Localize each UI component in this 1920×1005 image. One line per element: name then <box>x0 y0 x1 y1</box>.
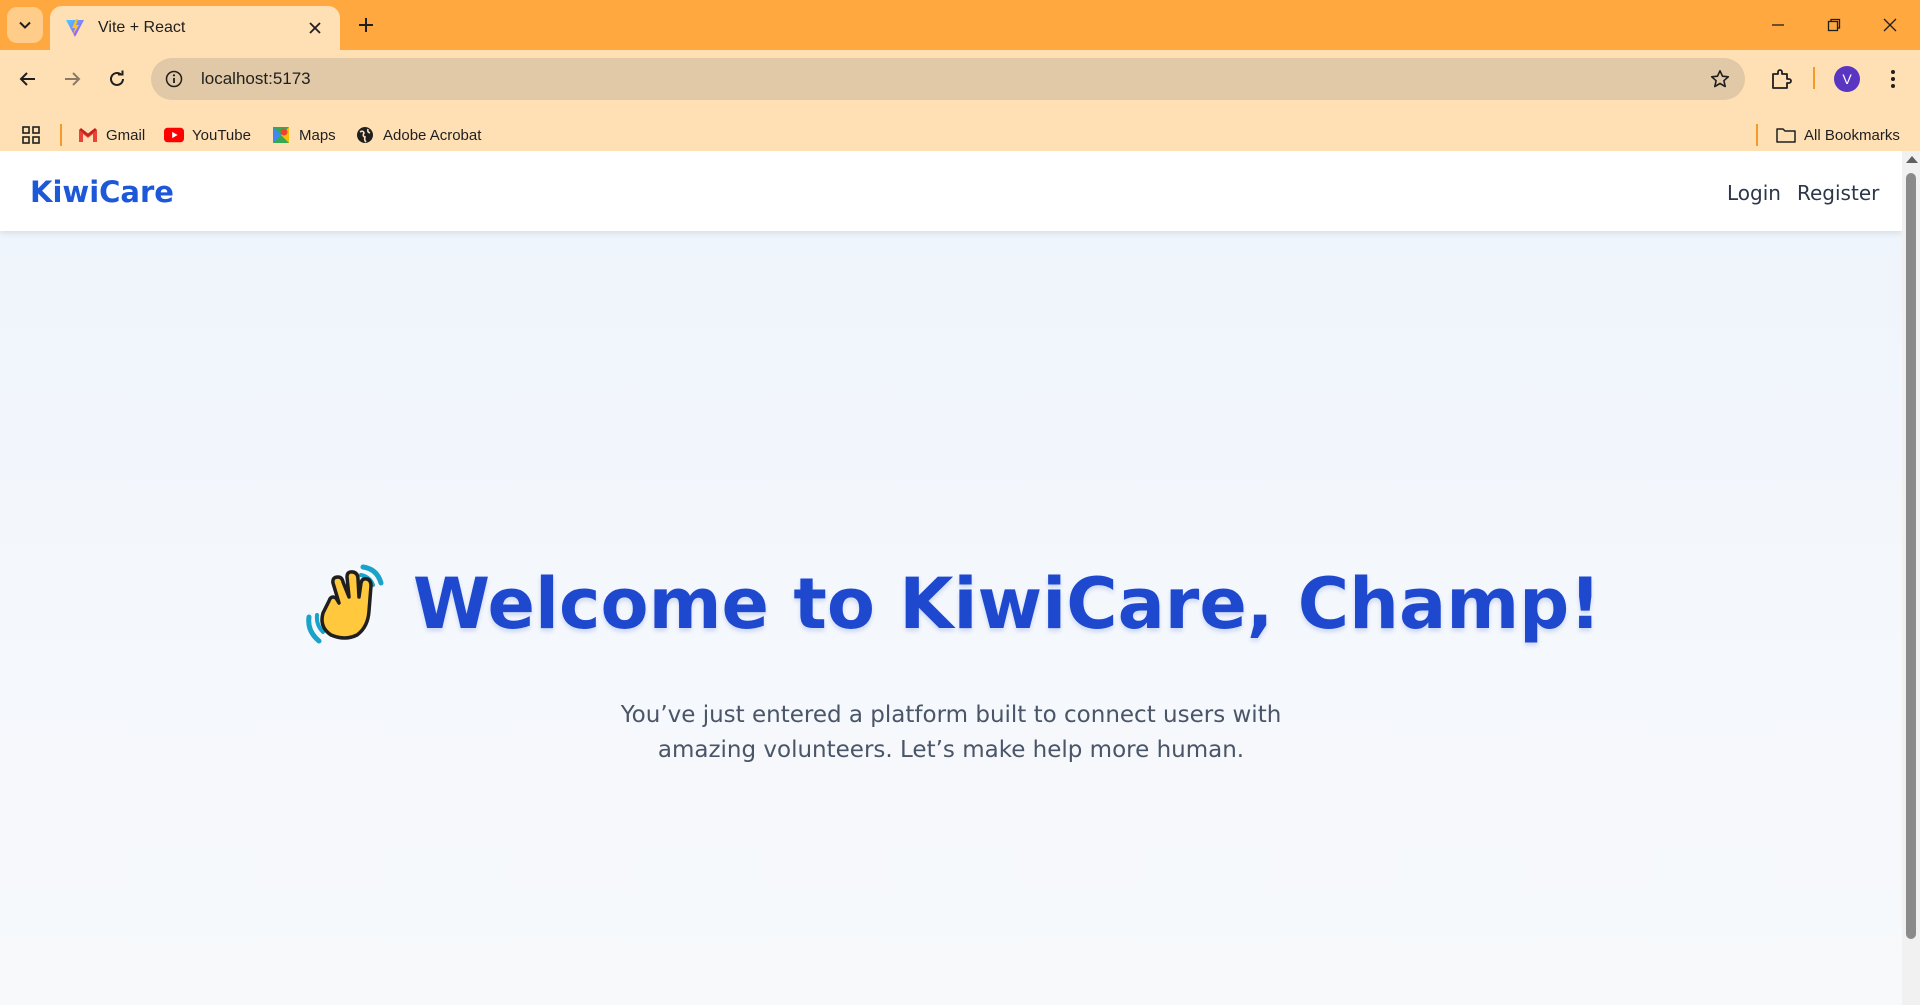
minimize-button[interactable] <box>1750 0 1806 50</box>
hero-title: Welcome to KiwiCare, Champ! <box>412 563 1602 645</box>
browser-menu-button[interactable] <box>1875 61 1911 97</box>
brand-logo[interactable]: KiwiCare <box>30 175 174 209</box>
toolbar-divider <box>1813 67 1815 89</box>
new-tab-button[interactable] <box>350 9 382 41</box>
close-window-button[interactable] <box>1862 0 1918 50</box>
app-navbar: KiwiCare Login Register <box>0 151 1902 231</box>
extensions-button[interactable] <box>1763 61 1799 97</box>
address-bar[interactable]: localhost:5173 <box>151 58 1745 100</box>
browser-tab[interactable]: Vite + React <box>50 6 340 50</box>
browser-toolbar: localhost:5173 V Gmail YouTube Maps Adob… <box>0 50 1920 158</box>
register-link[interactable]: Register <box>1797 181 1879 205</box>
bookmark-label: Maps <box>299 126 336 144</box>
reload-icon <box>110 70 124 86</box>
site-info-icon[interactable] <box>163 68 185 90</box>
scrollbar-thumb[interactable] <box>1906 173 1916 939</box>
restore-icon <box>1827 18 1841 32</box>
globe-icon <box>355 125 375 145</box>
hero-subtitle-line: You’ve just entered a platform built to … <box>620 702 1282 728</box>
tab-title: Vite + React <box>98 19 186 36</box>
arrow-left-icon <box>19 72 35 86</box>
close-icon <box>1883 18 1897 32</box>
puzzle-icon <box>1772 69 1792 89</box>
reload-button[interactable] <box>99 61 135 97</box>
folder-icon <box>1776 125 1796 145</box>
login-link[interactable]: Login <box>1727 181 1781 205</box>
page-scrollbar[interactable] <box>1902 151 1920 1005</box>
chevron-down-icon <box>19 21 31 29</box>
waving-hand-icon <box>301 561 387 647</box>
bookmark-label: Adobe Acrobat <box>383 126 482 144</box>
restore-button[interactable] <box>1806 0 1862 50</box>
hero-subtitle: You’ve just entered a platform built to … <box>0 698 1902 768</box>
bookmarks-divider <box>1756 124 1758 146</box>
back-button[interactable] <box>10 61 46 97</box>
address-url: localhost:5173 <box>201 69 311 88</box>
all-bookmarks-label: All Bookmarks <box>1804 126 1900 144</box>
more-vertical-icon <box>1891 70 1895 88</box>
maps-icon <box>271 125 291 145</box>
forward-button[interactable] <box>54 61 90 97</box>
tab-strip: Vite + React <box>0 0 1920 50</box>
plus-icon <box>359 18 373 32</box>
bookmarks-divider <box>60 124 62 146</box>
scroll-up-arrow-icon[interactable] <box>1906 156 1918 163</box>
close-tab-icon[interactable] <box>304 17 326 39</box>
vite-logo-icon <box>64 17 86 39</box>
youtube-icon <box>164 125 184 145</box>
bookmark-label: Gmail <box>106 126 146 144</box>
arrow-right-icon <box>65 72 81 86</box>
page-viewport: KiwiCare Login Register Welcome to KiwiC… <box>0 151 1920 1005</box>
bookmark-star-icon[interactable] <box>1709 68 1731 90</box>
minimize-icon <box>1772 24 1784 26</box>
bookmark-label: YouTube <box>192 126 251 144</box>
tab-search-button[interactable] <box>7 7 43 43</box>
profile-avatar[interactable]: V <box>1834 66 1860 92</box>
hero-subtitle-line: amazing volunteers. Let’s make help more… <box>657 737 1245 763</box>
apps-grid-icon <box>21 125 41 145</box>
hero-title-row: Welcome to KiwiCare, Champ! <box>0 561 1902 647</box>
gmail-icon <box>78 125 98 145</box>
